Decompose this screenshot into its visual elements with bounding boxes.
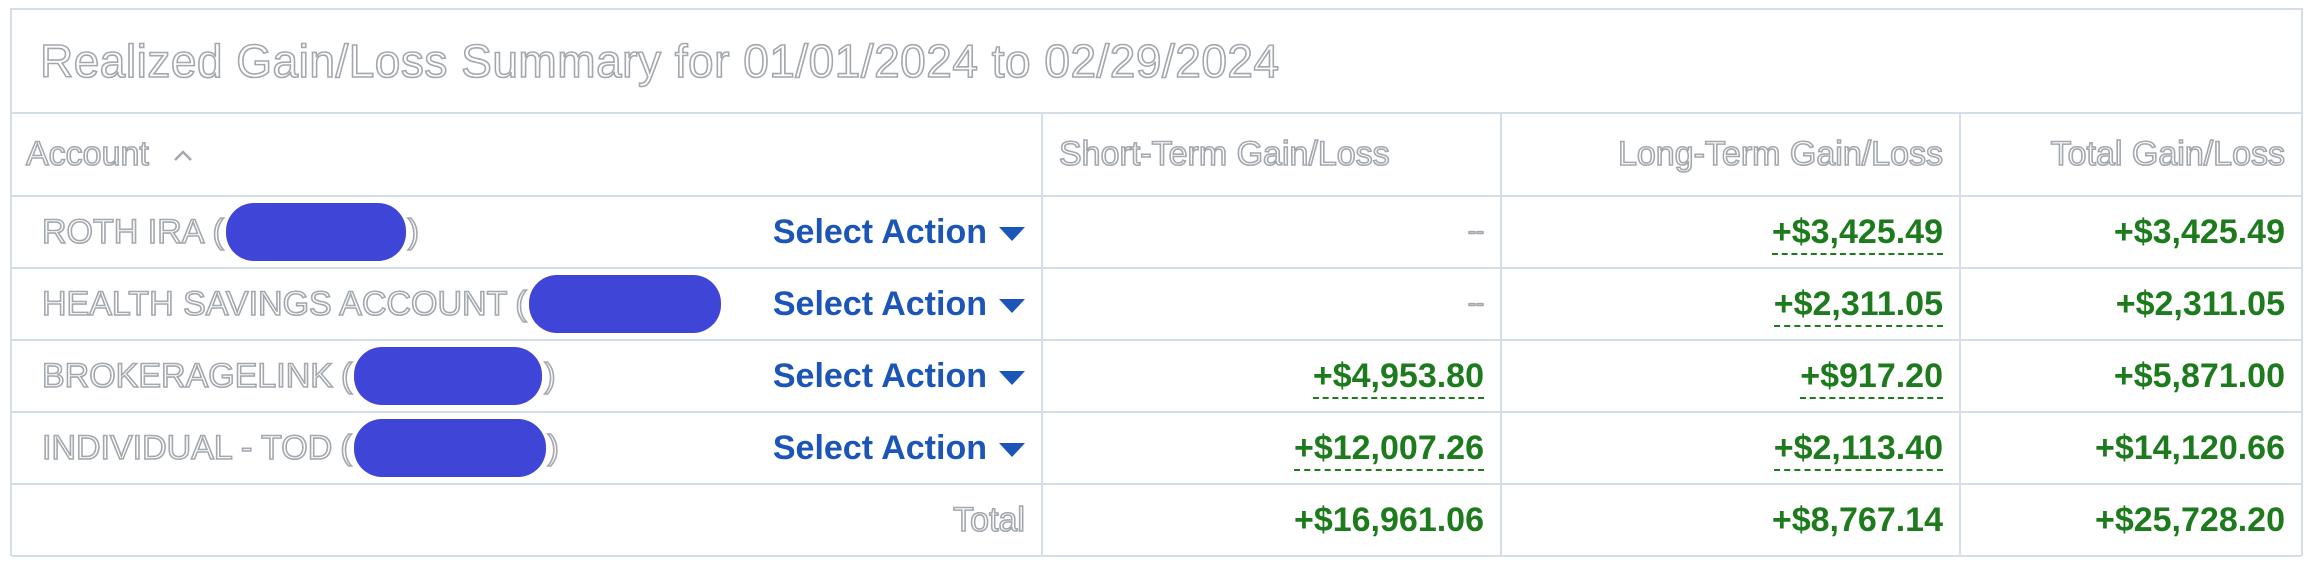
close-paren: ) <box>547 428 560 468</box>
totals-short-term-value: +$16,961.06 <box>1293 500 1484 539</box>
account-name-text: BROKERAGELINK <box>41 356 334 396</box>
select-action-label: Select Action <box>772 284 987 323</box>
total-value: +$2,311.05 <box>2115 284 2285 323</box>
caret-down-icon <box>999 299 1025 313</box>
table-row: HEALTH SAVINGS ACCOUNT ( Select Action -… <box>12 268 2301 341</box>
account-cell: ROTH IRA ( ) Select Action <box>12 196 1043 269</box>
caret-down-icon <box>999 443 1025 457</box>
short-term-link[interactable]: +$12,007.26 <box>1293 428 1484 471</box>
long-term-link[interactable]: +$2,311.05 <box>1773 284 1943 327</box>
totals-total-value: +$25,728.20 <box>2094 500 2285 539</box>
totals-label-cell: Total <box>12 484 1043 557</box>
long-term-link[interactable]: +$3,425.49 <box>1771 212 1943 255</box>
totals-row: Total +$16,961.06 +$8,767.14 +$25,728.20 <box>12 484 2301 557</box>
select-action-dropdown[interactable]: Select Action <box>773 213 1025 252</box>
totals-label: Total <box>952 500 1025 540</box>
total-value: +$5,871.00 <box>2113 356 2285 395</box>
gain-loss-table: Account Short-Term Gain/Loss Long-Term G… <box>12 114 2301 557</box>
column-header-total-label: Total Gain/Loss <box>2050 134 2286 174</box>
account-name: ROTH IRA ( ) <box>41 203 420 261</box>
caret-down-icon <box>999 371 1025 385</box>
account-name-text: INDIVIDUAL - TOD <box>41 428 333 468</box>
account-cell: BROKERAGELINK ( ) Select Action <box>12 340 1043 413</box>
long-term-cell: +$2,311.05 <box>1501 268 1961 341</box>
short-term-cell: +$4,953.80 <box>1042 340 1502 413</box>
gain-loss-summary-panel: Realized Gain/Loss Summary for 01/01/202… <box>10 8 2303 557</box>
total-cell: +$2,311.05 <box>1960 268 2301 341</box>
total-value: +$3,425.49 <box>2113 212 2285 251</box>
short-term-cell: -- <box>1042 268 1502 341</box>
chevron-up-icon[interactable] <box>172 149 194 163</box>
short-term-link[interactable]: +$4,953.80 <box>1312 356 1484 399</box>
table-header-row: Account Short-Term Gain/Loss Long-Term G… <box>12 114 2301 197</box>
total-cell: +$14,120.66 <box>1960 412 2301 485</box>
totals-long-term-cell: +$8,767.14 <box>1501 484 1961 557</box>
select-action-label: Select Action <box>772 428 987 467</box>
totals-long-term-value: +$8,767.14 <box>1771 500 1943 539</box>
account-name-text: ROTH IRA <box>41 212 205 252</box>
total-cell: +$3,425.49 <box>1960 196 2301 269</box>
totals-total-cell: +$25,728.20 <box>1960 484 2301 557</box>
close-paren: ) <box>543 356 556 396</box>
account-name: HEALTH SAVINGS ACCOUNT ( <box>41 275 723 333</box>
column-header-short-term[interactable]: Short-Term Gain/Loss <box>1042 114 1502 197</box>
column-header-account[interactable]: Account <box>12 114 1043 197</box>
table-row: BROKERAGELINK ( ) Select Action +$4,953.… <box>12 340 2301 413</box>
account-cell: HEALTH SAVINGS ACCOUNT ( Select Action <box>12 268 1043 341</box>
account-name: INDIVIDUAL - TOD ( ) <box>41 419 560 477</box>
column-header-long-term-label: Long-Term Gain/Loss <box>1617 134 1944 174</box>
redacted-account-number <box>353 419 546 477</box>
select-action-label: Select Action <box>772 356 987 395</box>
select-action-dropdown[interactable]: Select Action <box>773 429 1025 468</box>
redacted-account-number <box>528 275 721 333</box>
column-header-total[interactable]: Total Gain/Loss <box>1960 114 2301 197</box>
short-term-value: -- <box>1467 289 1485 318</box>
short-term-cell: +$12,007.26 <box>1042 412 1502 485</box>
column-header-long-term[interactable]: Long-Term Gain/Loss <box>1501 114 1961 197</box>
totals-short-term-cell: +$16,961.06 <box>1042 484 1502 557</box>
table-row: ROTH IRA ( ) Select Action -- +$3,425.49… <box>12 196 2301 269</box>
long-term-cell: +$2,113.40 <box>1501 412 1961 485</box>
select-action-dropdown[interactable]: Select Action <box>773 357 1025 396</box>
select-action-label: Select Action <box>772 212 987 251</box>
account-name-text: HEALTH SAVINGS ACCOUNT <box>41 284 508 324</box>
table-row: INDIVIDUAL - TOD ( ) Select Action +$12,… <box>12 412 2301 485</box>
long-term-link[interactable]: +$917.20 <box>1800 356 1943 399</box>
redacted-account-number <box>354 347 543 405</box>
open-paren: ( <box>339 428 352 468</box>
close-paren: ) <box>407 212 420 252</box>
account-name: BROKERAGELINK ( ) <box>41 347 556 405</box>
long-term-link[interactable]: +$2,113.40 <box>1773 428 1943 471</box>
select-action-dropdown[interactable]: Select Action <box>773 285 1025 324</box>
page-title: Realized Gain/Loss Summary for 01/01/202… <box>39 34 1280 88</box>
account-cell: INDIVIDUAL - TOD ( ) Select Action <box>12 412 1043 485</box>
short-term-value: -- <box>1467 217 1485 246</box>
long-term-cell: +$917.20 <box>1501 340 1961 413</box>
redacted-account-number <box>225 203 406 261</box>
short-term-cell: -- <box>1042 196 1502 269</box>
column-header-account-label: Account <box>25 134 149 174</box>
open-paren: ( <box>212 212 225 252</box>
total-cell: +$5,871.00 <box>1960 340 2301 413</box>
total-value: +$14,120.66 <box>2094 428 2285 467</box>
long-term-cell: +$3,425.49 <box>1501 196 1961 269</box>
summary-title-bar: Realized Gain/Loss Summary for 01/01/202… <box>12 10 2301 114</box>
open-paren: ( <box>340 356 353 396</box>
open-paren: ( <box>515 284 528 324</box>
column-header-short-term-label: Short-Term Gain/Loss <box>1058 134 1390 174</box>
caret-down-icon <box>999 227 1025 241</box>
